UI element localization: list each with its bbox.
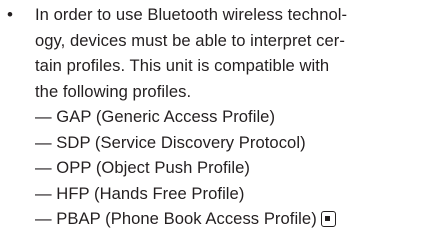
profiles-paragraph: In order to use Bluetooth wireless techn… <box>35 2 447 232</box>
profile-list-item: — GAP (Generic Access Profile) <box>35 107 276 126</box>
profile-list-item: — HFP (Hands Free Profile) <box>35 183 245 203</box>
paragraph-line: In order to use Bluetooth wireless techn… <box>35 5 348 24</box>
paragraph-line: tain profiles. This unit is compatible w… <box>35 56 330 75</box>
profile-list-item: — SDP (Service Discovery Protocol) <box>35 132 306 152</box>
section-end-icon <box>320 211 336 227</box>
document-page: • In order to use Bluetooth wireless tec… <box>0 0 448 243</box>
profile-list-item-text: — PBAP (Phone Book Access Profile) <box>35 209 317 228</box>
bullet-marker: • <box>7 5 13 24</box>
paragraph-line: the following profiles. <box>35 81 192 101</box>
paragraph-line: ogy, devices must be able to interpret c… <box>35 30 345 50</box>
profile-list-item: — OPP (Object Push Profile) <box>35 158 250 177</box>
profile-list-item-last: — PBAP (Phone Book Access Profile) <box>35 206 447 232</box>
